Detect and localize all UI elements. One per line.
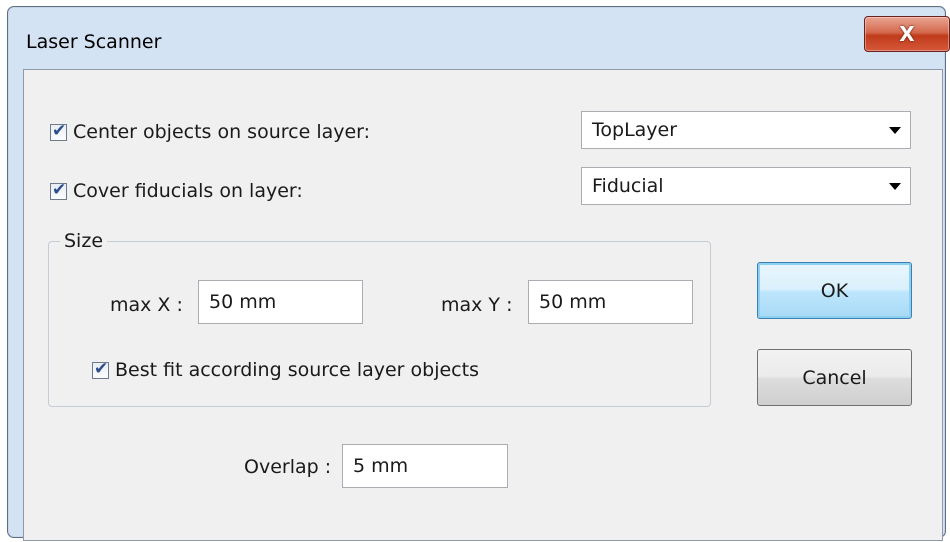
max-x-value: 50 mm	[209, 291, 277, 313]
max-x-input[interactable]: 50 mm	[198, 280, 363, 324]
cancel-button-label: Cancel	[802, 366, 867, 389]
close-button[interactable]: X	[864, 16, 950, 52]
source-layer-value: TopLayer	[592, 119, 678, 141]
overlap-label: Overlap :	[244, 456, 332, 478]
overlap-value: 5 mm	[353, 455, 409, 477]
fiducial-layer-value: Fiducial	[592, 175, 664, 197]
overlap-input[interactable]: 5 mm	[342, 444, 508, 488]
center-objects-checkbox[interactable]: ✔	[50, 120, 67, 141]
cover-fiducials-checkbox[interactable]: ✔	[50, 179, 67, 200]
check-mark-icon: ✔	[94, 358, 109, 379]
cover-fiducials-label: Cover fiducials on layer:	[73, 180, 303, 202]
max-y-input[interactable]: 50 mm	[528, 280, 693, 324]
ok-button-label: OK	[820, 279, 849, 302]
ok-button[interactable]: OK	[757, 262, 912, 319]
chevron-down-icon	[880, 126, 910, 134]
close-icon: X	[899, 22, 915, 46]
max-y-value: 50 mm	[539, 291, 607, 313]
window-title: Laser Scanner	[26, 31, 162, 53]
check-mark-icon: ✔	[52, 120, 67, 141]
max-x-label: max X :	[110, 294, 183, 316]
fiducial-layer-dropdown[interactable]: Fiducial	[581, 167, 911, 205]
best-fit-label: Best fit according source layer objects	[115, 359, 479, 381]
cover-fiducials-option[interactable]: ✔ Cover fiducials on layer:	[50, 180, 303, 202]
best-fit-option[interactable]: ✔ Best fit according source layer object…	[92, 359, 479, 381]
source-layer-dropdown[interactable]: TopLayer	[581, 111, 911, 149]
center-objects-option[interactable]: ✔ Center objects on source layer:	[50, 121, 370, 143]
best-fit-checkbox[interactable]: ✔	[92, 358, 109, 379]
check-mark-icon: ✔	[52, 179, 67, 200]
size-groupbox	[48, 241, 711, 407]
size-group-label: Size	[60, 230, 108, 252]
max-y-label: max Y :	[441, 294, 513, 316]
cancel-button[interactable]: Cancel	[757, 349, 912, 406]
center-objects-label: Center objects on source layer:	[73, 121, 371, 143]
chevron-down-icon	[880, 182, 910, 190]
